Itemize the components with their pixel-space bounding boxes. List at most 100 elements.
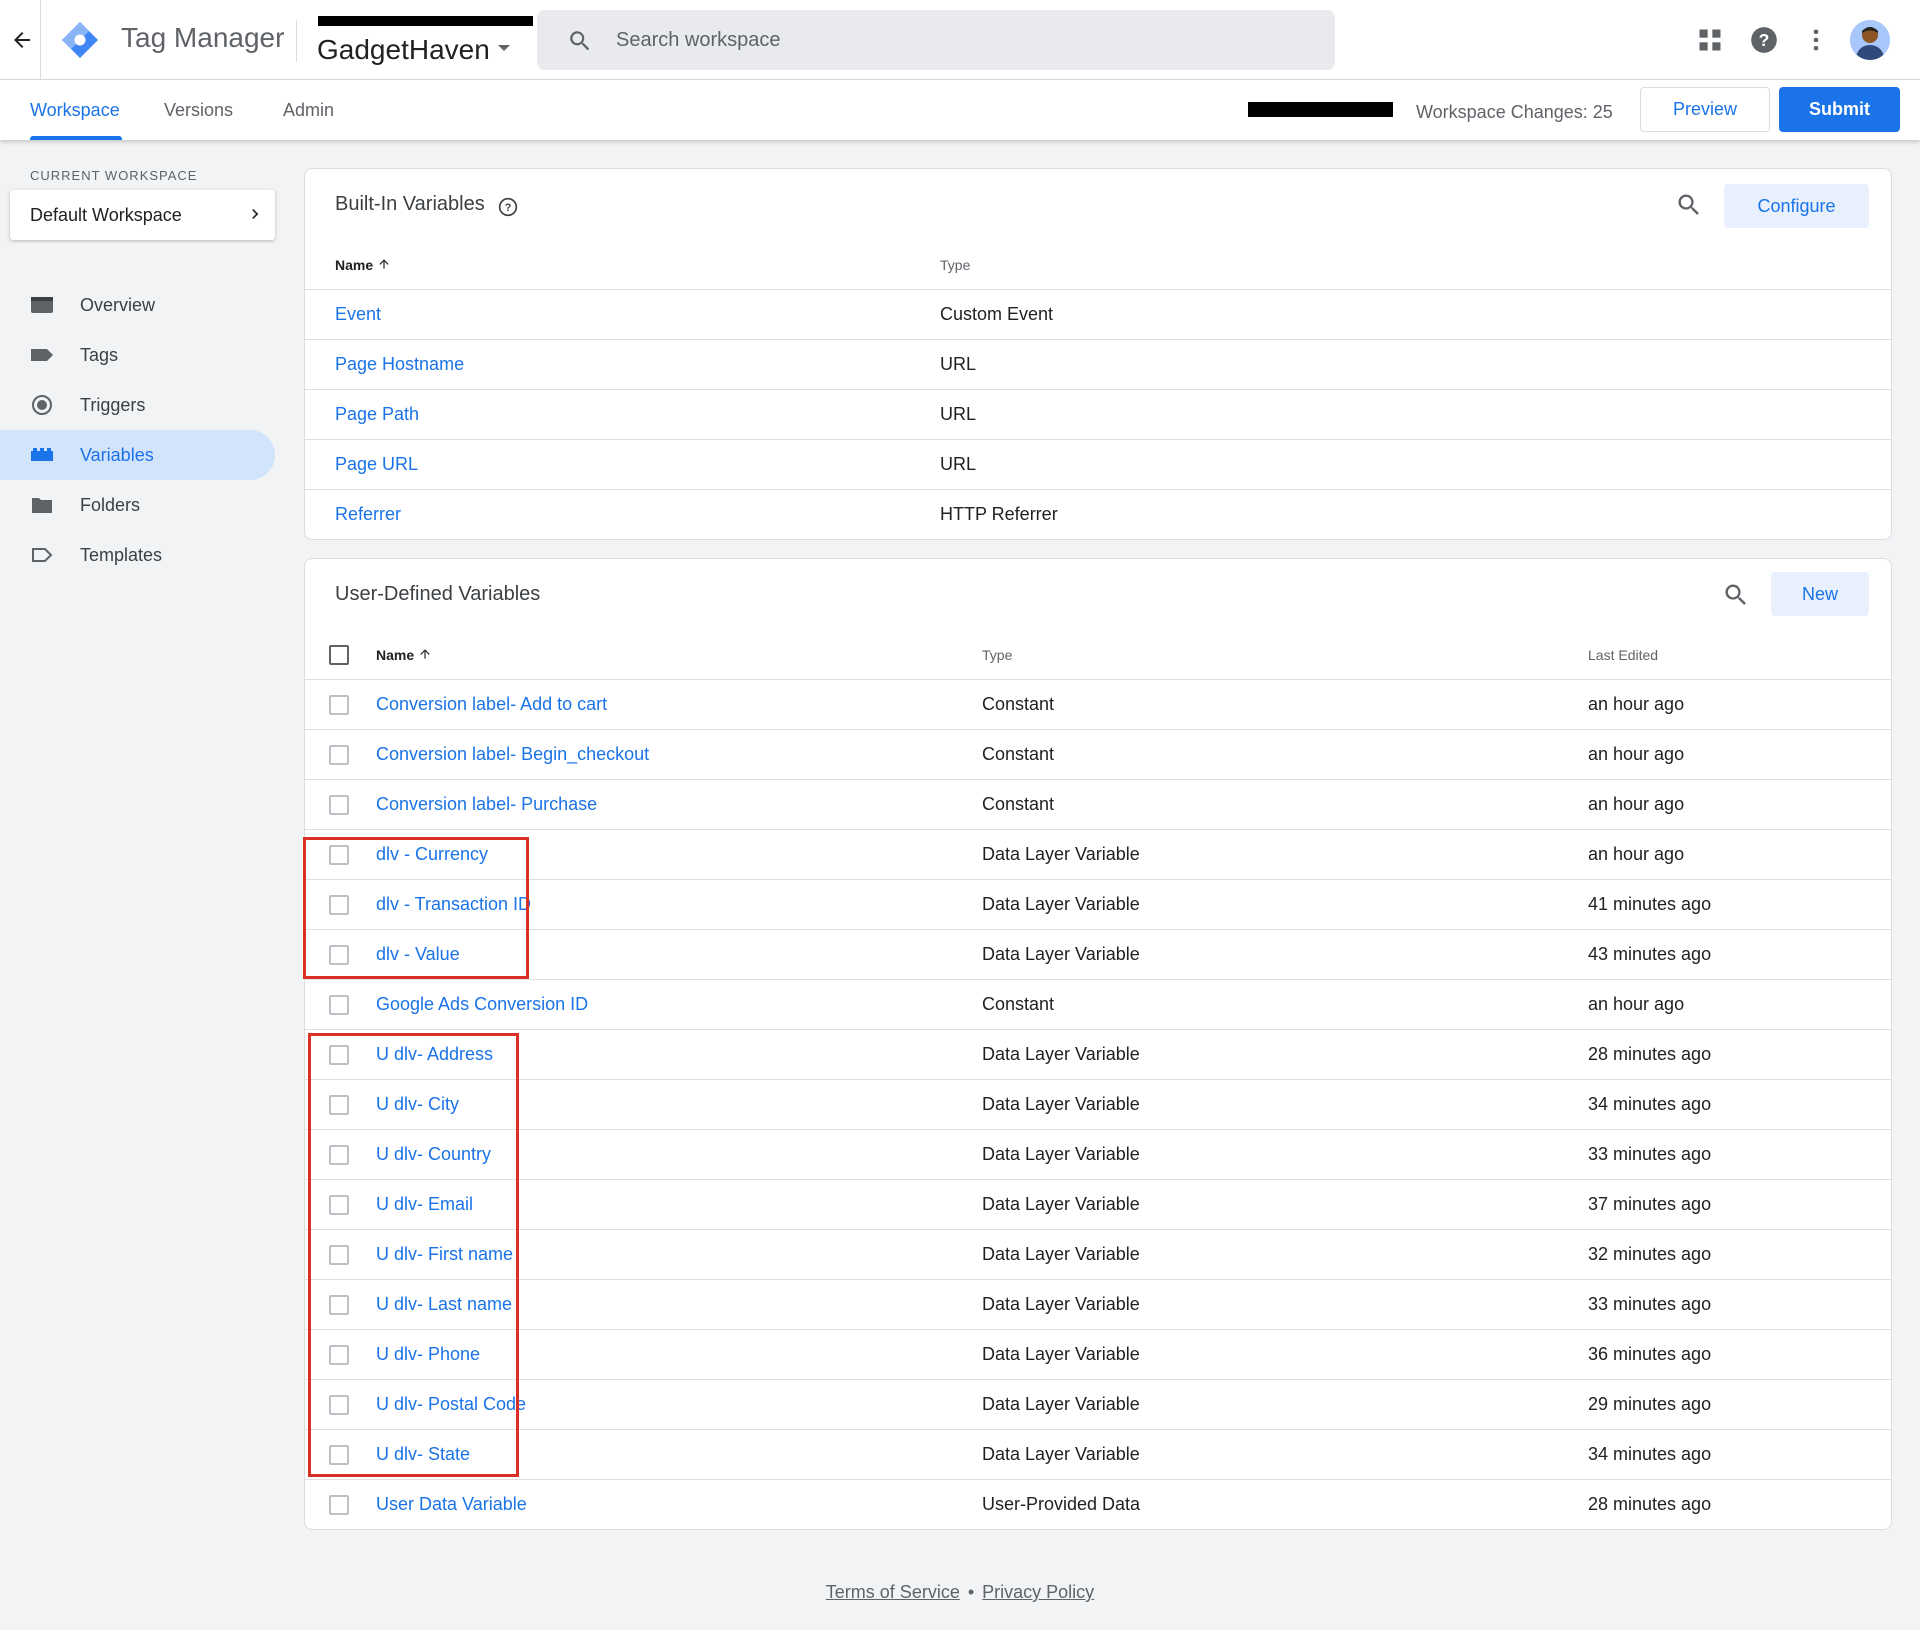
search-icon[interactable] xyxy=(1722,581,1750,609)
sort-ascending-icon xyxy=(379,259,389,269)
table-row[interactable]: User Data Variable User-Provided Data 28 m… xyxy=(305,1479,1891,1529)
divider xyxy=(40,0,41,80)
table-row[interactable]: Conversion label- Add to cart Constant an … xyxy=(305,679,1891,729)
tab-admin[interactable]: Admin xyxy=(283,100,334,121)
table-row[interactable]: U dlv- City Data Layer Variable 34 minutes… xyxy=(305,1079,1891,1129)
last-edited: 36 minutes ago xyxy=(1588,1344,1712,1364)
table-row[interactable]: Page Path URL xyxy=(305,389,1891,439)
row-checkbox[interactable] xyxy=(329,695,349,715)
variable-name-link[interactable]: Conversion label- Purchase xyxy=(376,794,597,815)
variable-name-link[interactable]: Referrer xyxy=(335,504,401,525)
tag-manager-logo-icon[interactable] xyxy=(60,20,100,60)
user-defined-variables-title: User-Defined Variables xyxy=(335,583,541,605)
preview-button[interactable]: Preview xyxy=(1640,87,1770,132)
avatar[interactable] xyxy=(1850,20,1890,60)
row-checkbox[interactable] xyxy=(329,795,349,815)
help-icon[interactable]: ? xyxy=(1750,26,1778,54)
variable-type: Data Layer Variable xyxy=(982,1194,1140,1214)
select-all-checkbox[interactable] xyxy=(329,645,349,665)
last-edited: 28 minutes ago xyxy=(1588,1044,1712,1064)
variable-name-link[interactable]: Page Path xyxy=(335,404,419,425)
table-row[interactable]: Conversion label- Begin_checkout Constant… xyxy=(305,729,1891,779)
sort-ascending-icon xyxy=(420,649,430,659)
row-checkbox[interactable] xyxy=(329,1495,349,1515)
folder-icon xyxy=(32,498,52,513)
table-row[interactable]: U dlv- Address Data Layer Variable 28 minu… xyxy=(305,1029,1891,1079)
search-icon[interactable] xyxy=(1675,191,1703,219)
sidebar-item-triggers[interactable]: Triggers xyxy=(0,380,275,430)
overview-icon xyxy=(31,297,53,313)
last-edited: an hour ago xyxy=(1588,744,1685,764)
table-row[interactable]: Page Hostname URL xyxy=(305,339,1891,389)
apps-grid-icon[interactable] xyxy=(1696,26,1724,54)
row-checkbox[interactable] xyxy=(329,995,349,1015)
table-row[interactable]: U dlv- State Data Layer Variable 34 minute… xyxy=(305,1429,1891,1479)
variable-name-link[interactable]: Google Ads Conversion ID xyxy=(376,994,588,1015)
avatar-person-icon xyxy=(1850,20,1890,60)
row-checkbox[interactable] xyxy=(329,745,349,765)
sidebar-item-label: Folders xyxy=(80,495,141,515)
footer: Terms of Service • Privacy Policy xyxy=(0,1582,1920,1603)
sidebar-item-label: Triggers xyxy=(80,395,146,415)
last-edited: an hour ago xyxy=(1588,994,1685,1014)
trigger-icon xyxy=(32,395,52,415)
search-input[interactable]: Search workspace xyxy=(537,10,1335,70)
tab-versions[interactable]: Versions xyxy=(164,100,233,121)
active-tab-indicator xyxy=(30,136,122,140)
new-variable-button[interactable]: New xyxy=(1771,572,1869,616)
last-edited: 41 minutes ago xyxy=(1588,894,1712,914)
more-vert-icon[interactable] xyxy=(1802,26,1830,54)
sidebar-item-folders[interactable]: Folders xyxy=(0,480,275,530)
table-row[interactable]: Referrer HTTP Referrer xyxy=(305,489,1891,539)
last-edited: 37 minutes ago xyxy=(1588,1194,1712,1214)
variable-name-link[interactable]: Page URL xyxy=(335,454,418,475)
table-row[interactable]: dlv - Transaction ID Data Layer Variable 4… xyxy=(305,879,1891,929)
tab-workspace[interactable]: Workspace xyxy=(30,100,120,121)
sidebar-item-label: Variables xyxy=(80,445,154,465)
table-row[interactable]: dlv - Value Data Layer Variable 43 minutes… xyxy=(305,929,1891,979)
workspace-changes-count: Workspace Changes: 25 xyxy=(1416,102,1613,122)
last-edited: 34 minutes ago xyxy=(1588,1094,1712,1114)
table-row[interactable]: U dlv- First name Data Layer Variable 32 m… xyxy=(305,1229,1891,1279)
table-row[interactable]: Google Ads Conversion ID Constant an hour … xyxy=(305,979,1891,1029)
back-arrow-icon[interactable] xyxy=(10,28,34,52)
variable-name-link[interactable]: User Data Variable xyxy=(376,1494,527,1515)
workspace-selector[interactable]: Default Workspace xyxy=(10,190,275,240)
variable-type: URL xyxy=(940,454,977,474)
sidebar-item-variables[interactable]: Variables xyxy=(0,430,275,480)
column-header-type: Type xyxy=(940,257,971,273)
variable-name-link[interactable]: Conversion label- Add to cart xyxy=(376,694,607,715)
container-selector[interactable]: GadgetHaven xyxy=(317,34,490,66)
help-outline-icon[interactable]: ? xyxy=(498,197,518,217)
submit-button[interactable]: Submit xyxy=(1779,87,1900,132)
privacy-policy-link[interactable]: Privacy Policy xyxy=(982,1582,1094,1602)
column-header-name[interactable]: Name xyxy=(335,257,391,273)
terms-of-service-link[interactable]: Terms of Service xyxy=(826,1582,960,1602)
svg-text:?: ? xyxy=(1759,30,1770,50)
sidebar-item-overview[interactable]: Overview xyxy=(0,280,275,330)
last-edited: an hour ago xyxy=(1588,694,1685,714)
user-defined-variables-card: User-Defined Variables New Name Type Las… xyxy=(303,558,1892,1530)
sidebar-item-templates[interactable]: Templates xyxy=(0,530,275,580)
table-row[interactable]: Event Custom Event xyxy=(305,289,1891,339)
table-row[interactable]: U dlv- Last name Data Layer Variable 33 mi… xyxy=(305,1279,1891,1329)
sidebar-item-tags[interactable]: Tags xyxy=(0,330,275,380)
variable-name-link[interactable]: Page Hostname xyxy=(335,354,464,375)
configure-button[interactable]: Configure xyxy=(1724,184,1869,228)
table-row[interactable]: Conversion label- Purchase Constant an hou… xyxy=(305,779,1891,829)
table-row[interactable]: Page URL URL xyxy=(305,439,1891,489)
variable-type: Data Layer Variable xyxy=(982,1044,1140,1064)
table-row[interactable]: U dlv- Email Data Layer Variable 37 minute… xyxy=(305,1179,1891,1229)
variable-name-link[interactable]: Event xyxy=(335,304,381,325)
variable-type: Custom Event xyxy=(940,304,1054,324)
column-header-name[interactable]: Name xyxy=(376,647,432,663)
table-row[interactable]: U dlv- Phone Data Layer Variable 36 minute… xyxy=(305,1329,1891,1379)
table-row[interactable]: dlv - Currency Data Layer Variable an hour… xyxy=(305,829,1891,879)
table-row[interactable]: U dlv- Postal Code Data Layer Variable 29 … xyxy=(305,1379,1891,1429)
table-row[interactable]: U dlv- Country Data Layer Variable 33 minu… xyxy=(305,1129,1891,1179)
caret-down-icon[interactable] xyxy=(498,45,510,51)
variable-name-link[interactable]: Conversion label- Begin_checkout xyxy=(376,744,649,765)
variable-type: Data Layer Variable xyxy=(982,1444,1140,1464)
sidebar-item-label: Templates xyxy=(80,545,163,565)
variable-type: Data Layer Variable xyxy=(982,944,1140,964)
